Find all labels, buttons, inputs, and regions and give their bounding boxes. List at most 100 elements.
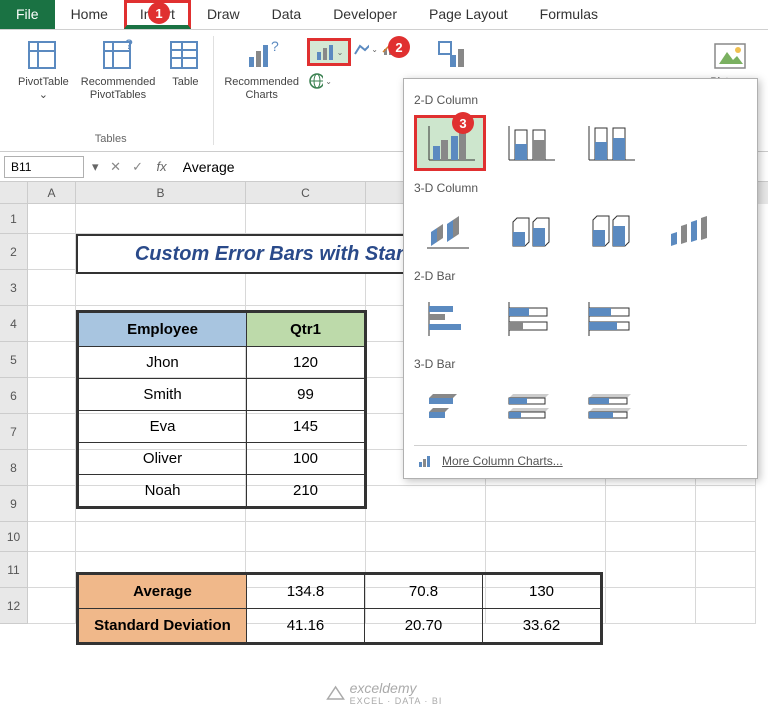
line-chart-icon bbox=[354, 42, 369, 56]
row-header[interactable]: 12 bbox=[0, 588, 28, 624]
stacked-column-option[interactable] bbox=[494, 115, 566, 171]
row-header[interactable]: 3 bbox=[0, 270, 28, 306]
section-3d-bar: 3-D Bar bbox=[414, 357, 747, 371]
column-chart-button[interactable]: ⌄ bbox=[307, 38, 351, 66]
cell-qtr1[interactable]: 120 bbox=[247, 347, 365, 379]
tab-formulas[interactable]: Formulas bbox=[524, 0, 614, 29]
recommended-charts-icon: ? bbox=[244, 38, 280, 74]
3d-stacked-100-bar-option[interactable] bbox=[574, 379, 646, 435]
more-column-charts-link[interactable]: More Column Charts... bbox=[414, 445, 747, 474]
col-header[interactable]: B bbox=[76, 182, 246, 204]
cell-employee[interactable]: Eva bbox=[79, 411, 247, 443]
tab-page-layout[interactable]: Page Layout bbox=[413, 0, 524, 29]
callout-badge-3: 3 bbox=[452, 112, 474, 134]
name-box-dropdown[interactable]: ▾ bbox=[88, 159, 103, 175]
sd-label: Standard Deviation bbox=[79, 609, 247, 643]
recommended-pivot-label: Recommended PivotTables bbox=[81, 76, 156, 102]
stacked-bar-option[interactable] bbox=[494, 291, 566, 347]
cell-employee[interactable]: Jhon bbox=[79, 347, 247, 379]
select-all-corner[interactable] bbox=[0, 182, 28, 204]
stacked-100-bar-option[interactable] bbox=[574, 291, 646, 347]
3d-clustered-column-option[interactable] bbox=[414, 203, 486, 259]
cell-qtr1[interactable]: 145 bbox=[247, 411, 365, 443]
cell-employee[interactable]: Smith bbox=[79, 379, 247, 411]
3d-stacked-bar-option[interactable] bbox=[494, 379, 566, 435]
data-table: Employee Qtr1 Jhon120 Smith99 Eva145 Oli… bbox=[76, 310, 367, 509]
pivot-chart-icon bbox=[435, 38, 471, 74]
globe-icon bbox=[308, 73, 323, 89]
avg-value[interactable]: 130 bbox=[483, 575, 601, 609]
row-header[interactable]: 2 bbox=[0, 234, 28, 270]
pivot-table-button[interactable]: PivotTable⌄ bbox=[14, 36, 73, 129]
tab-data[interactable]: Data bbox=[256, 0, 318, 29]
3d-stacked-100-column-option[interactable] bbox=[574, 203, 646, 259]
clustered-bar-option[interactable] bbox=[414, 291, 486, 347]
row-header[interactable]: 10 bbox=[0, 522, 28, 552]
avg-label: Average bbox=[79, 575, 247, 609]
col-header[interactable]: A bbox=[28, 182, 76, 204]
recommended-pivot-button[interactable]: ? Recommended PivotTables bbox=[77, 36, 160, 129]
row-header[interactable]: 5 bbox=[0, 342, 28, 378]
svg-text:?: ? bbox=[271, 39, 279, 54]
cell-employee[interactable]: Noah bbox=[79, 475, 247, 507]
row-header[interactable]: 9 bbox=[0, 486, 28, 522]
recommended-charts-label: Recommended Charts bbox=[224, 76, 299, 102]
3d-column-option[interactable] bbox=[654, 203, 726, 259]
section-2d-column: 2-D Column bbox=[414, 93, 747, 107]
accept-formula-icon[interactable]: ✓ bbox=[129, 159, 147, 175]
ribbon-tabs: File Home Insert Draw Data Developer Pag… bbox=[0, 0, 768, 30]
stats-table: Average 134.8 70.8 130 Standard Deviatio… bbox=[76, 572, 603, 645]
3d-clustered-bar-option[interactable] bbox=[414, 379, 486, 435]
row-header[interactable]: 1 bbox=[0, 204, 28, 234]
header-qtr1: Qtr1 bbox=[247, 313, 365, 347]
tab-home[interactable]: Home bbox=[55, 0, 124, 29]
callout-badge-2: 2 bbox=[388, 36, 410, 58]
col-header[interactable]: C bbox=[246, 182, 366, 204]
table-button[interactable]: Table bbox=[163, 36, 207, 129]
row-header[interactable]: 8 bbox=[0, 450, 28, 486]
map-chart-button[interactable]: ⌄ bbox=[307, 70, 333, 92]
svg-text:?: ? bbox=[125, 39, 133, 52]
clustered-column-option[interactable] bbox=[414, 115, 486, 171]
callout-badge-1: 1 bbox=[148, 2, 170, 24]
cell-employee[interactable]: Oliver bbox=[79, 443, 247, 475]
cancel-formula-icon[interactable]: ✕ bbox=[107, 159, 125, 175]
3d-stacked-column-option[interactable] bbox=[494, 203, 566, 259]
more-charts-label: More Column Charts... bbox=[442, 454, 563, 468]
avg-value[interactable]: 70.8 bbox=[365, 575, 483, 609]
tables-group-label: Tables bbox=[95, 133, 127, 145]
pivot-table-label: PivotTable⌄ bbox=[18, 76, 69, 102]
fx-icon[interactable]: fx bbox=[151, 159, 173, 174]
recommended-charts-button[interactable]: ? Recommended Charts bbox=[220, 36, 303, 104]
ribbon-group-tables: PivotTable⌄ ? Recommended PivotTables Ta… bbox=[8, 36, 214, 145]
stacked-100-column-option[interactable] bbox=[574, 115, 646, 171]
sd-value[interactable]: 20.70 bbox=[365, 609, 483, 643]
row-header[interactable]: 4 bbox=[0, 306, 28, 342]
name-box[interactable] bbox=[4, 156, 84, 178]
row-header[interactable]: 11 bbox=[0, 552, 28, 588]
row-header[interactable]: 6 bbox=[0, 378, 28, 414]
cell-qtr1[interactable]: 210 bbox=[247, 475, 365, 507]
tab-draw[interactable]: Draw bbox=[191, 0, 256, 29]
tab-developer[interactable]: Developer bbox=[317, 0, 413, 29]
watermark: exceldemy EXCEL · DATA · BI bbox=[326, 680, 443, 706]
chart-type-dropdown: 2-D Column 3-D Column 2-D Bar 3-D Bar Mo… bbox=[403, 78, 758, 479]
file-tab[interactable]: File bbox=[0, 0, 55, 29]
row-header[interactable]: 7 bbox=[0, 414, 28, 450]
column-chart-icon bbox=[418, 454, 434, 468]
sd-value[interactable]: 41.16 bbox=[247, 609, 365, 643]
cell-qtr1[interactable]: 100 bbox=[247, 443, 365, 475]
sd-value[interactable]: 33.62 bbox=[483, 609, 601, 643]
line-chart-button[interactable]: ⌄ bbox=[353, 38, 379, 60]
section-3d-column: 3-D Column bbox=[414, 181, 747, 195]
header-employee: Employee bbox=[79, 313, 247, 347]
watermark-icon bbox=[326, 683, 346, 703]
pivot-table-icon bbox=[25, 38, 61, 74]
cell-qtr1[interactable]: 99 bbox=[247, 379, 365, 411]
pivot-chart-button[interactable] bbox=[431, 36, 475, 76]
avg-value[interactable]: 134.8 bbox=[247, 575, 365, 609]
section-2d-bar: 2-D Bar bbox=[414, 269, 747, 283]
table-label: Table bbox=[172, 76, 198, 89]
table-icon bbox=[167, 38, 203, 74]
column-chart-icon bbox=[315, 44, 335, 60]
